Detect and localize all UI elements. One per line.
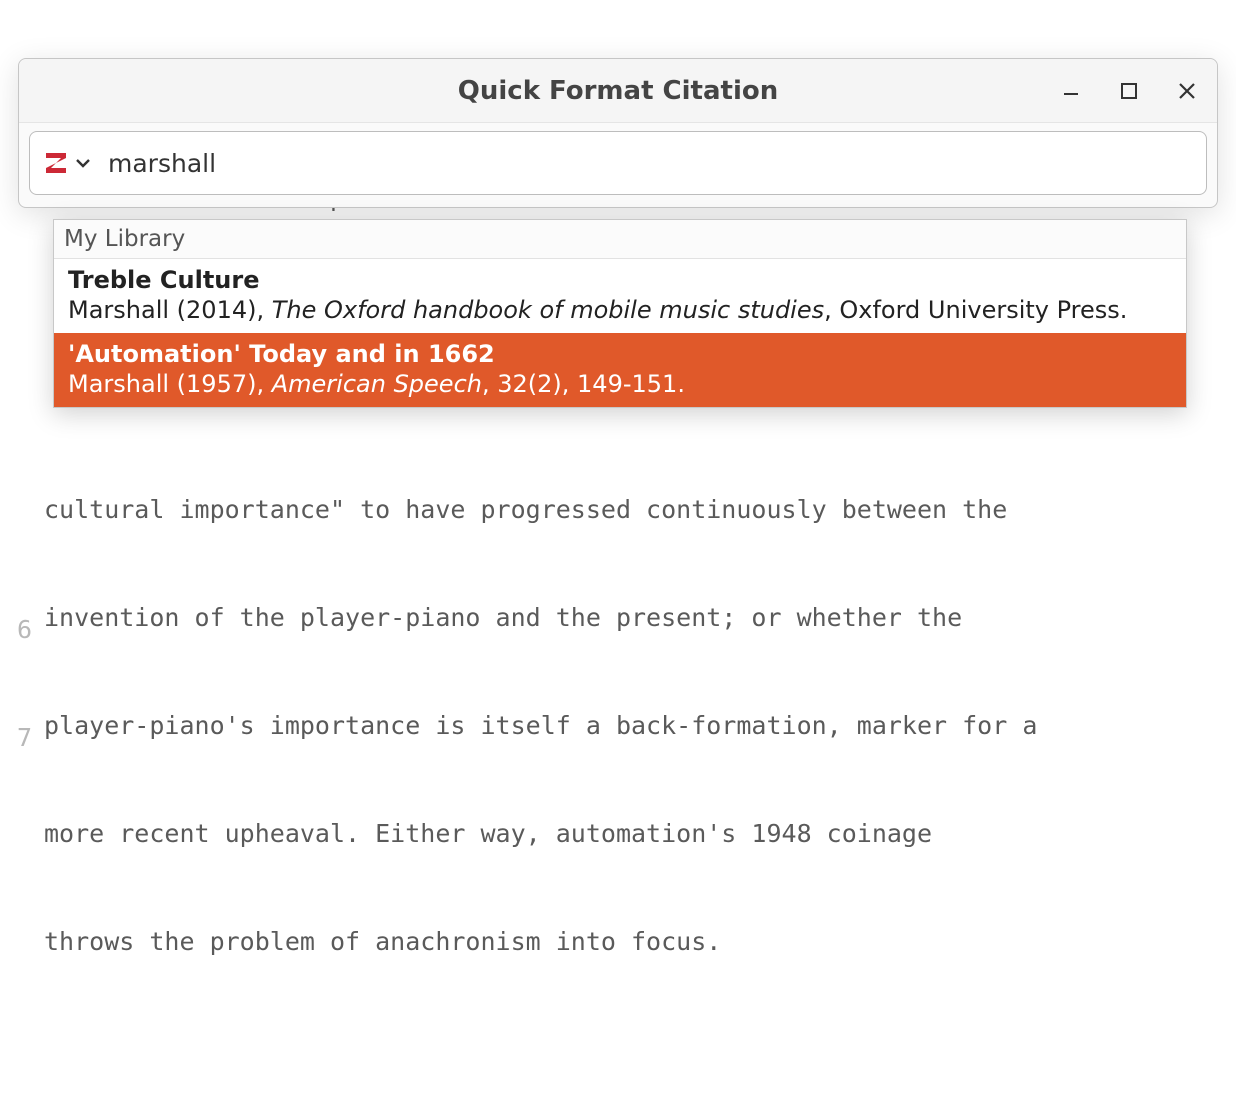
close-button[interactable] — [1175, 79, 1199, 103]
results-library-header: My Library — [54, 220, 1186, 259]
editor-line: more recent upheaval. Either way, automa… — [44, 816, 1232, 852]
citation-search-bar[interactable] — [29, 131, 1207, 195]
result-meta: Marshall (1957), American Speech, 32(2),… — [68, 369, 1172, 399]
editor-line: throws the problem of anachronism into f… — [44, 924, 1232, 960]
minimize-button[interactable] — [1059, 79, 1083, 103]
dropdown-caret-icon[interactable] — [74, 154, 92, 172]
result-title: Treble Culture — [68, 265, 1172, 295]
zotero-icon[interactable] — [42, 149, 70, 177]
citation-result-item[interactable]: Treble Culture Marshall (2014), The Oxfo… — [54, 259, 1186, 333]
citation-result-item[interactable]: 'Automation' Today and in 1662 Marshall … — [54, 333, 1186, 407]
quick-format-citation-dialog: Quick Format Citation — [18, 58, 1218, 208]
maximize-button[interactable] — [1117, 79, 1141, 103]
editor-line: cultural importance" to have progressed … — [44, 492, 1232, 528]
result-title: 'Automation' Today and in 1662 — [68, 339, 1172, 369]
line-number: 7 — [0, 720, 32, 756]
line-number: 6 — [0, 612, 32, 648]
dialog-title: Quick Format Citation — [458, 76, 778, 106]
citation-search-input[interactable] — [108, 149, 1194, 178]
citation-results-dropdown: My Library Treble Culture Marshall (2014… — [53, 219, 1187, 408]
result-meta: Marshall (2014), The Oxford handbook of … — [68, 295, 1172, 325]
editor-line: player-piano's importance is itself a ba… — [44, 708, 1232, 744]
editor-line: invention of the player-piano and the pr… — [44, 600, 1232, 636]
dialog-titlebar: Quick Format Citation — [19, 59, 1217, 123]
